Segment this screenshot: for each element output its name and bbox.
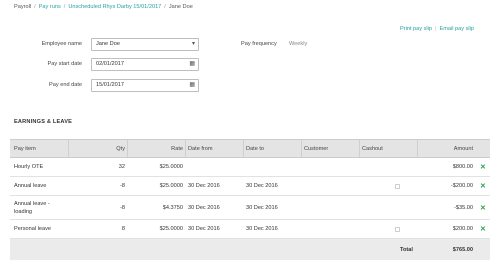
cell-qty[interactable]: -8 (70, 177, 125, 195)
breadcrumb-separator: / (164, 4, 166, 10)
column-divider[interactable] (127, 140, 128, 157)
chevron-down-icon: ▾ (191, 41, 195, 47)
header-qty: Qty (116, 145, 125, 152)
cell-qty[interactable]: 8 (70, 220, 125, 238)
cell-date-to[interactable] (246, 158, 300, 176)
cell-date-to[interactable]: 30 Dec 2016 (246, 196, 300, 219)
cell-customer[interactable] (304, 158, 358, 176)
grid-header: Pay item Qty Rate Date from Date to Cust… (10, 139, 490, 158)
cell-amount[interactable]: -$200.00 (419, 177, 473, 195)
table-row[interactable]: Annual leave - loading -8 $4.3750 30 Dec… (10, 196, 490, 220)
payslip-actions: Print pay slip | Email pay slip (400, 26, 474, 32)
cell-customer[interactable] (304, 220, 358, 238)
calendar-icon[interactable]: ▦ (189, 59, 195, 70)
header-date-from: Date from (188, 145, 213, 152)
employee-name-label: Employee name (41, 41, 82, 47)
column-divider[interactable] (359, 140, 360, 157)
remove-row-icon[interactable]: ✕ (480, 196, 486, 219)
cell-rate[interactable]: $4.3750 (129, 196, 183, 219)
pay-frequency-label: Pay frequency (241, 41, 277, 47)
earnings-leave-title: EARNINGS & LEAVE (14, 119, 73, 125)
cell-date-to[interactable]: 30 Dec 2016 (246, 220, 300, 238)
column-divider[interactable] (185, 140, 186, 157)
header-pay-item: Pay item (14, 145, 36, 152)
column-divider[interactable] (301, 140, 302, 157)
cell-pay-item[interactable]: Personal leave (14, 220, 70, 238)
breadcrumb-pay-run[interactable]: Unscheduled Rhys Darby 15/01/2017 (68, 4, 161, 10)
cell-rate[interactable]: $25.0000 (129, 158, 183, 176)
table-row[interactable]: Annual leave -8 $25.0000 30 Dec 2016 30 … (10, 177, 490, 196)
remove-row-icon[interactable]: ✕ (480, 177, 486, 195)
column-divider[interactable] (68, 140, 69, 157)
cell-amount[interactable]: $200.00 (419, 220, 473, 238)
cashout-checkbox[interactable] (395, 183, 400, 189)
pay-start-date-label: Pay start date (47, 61, 82, 67)
cell-qty[interactable]: -8 (70, 196, 125, 219)
cell-date-from[interactable]: 30 Dec 2016 (188, 220, 242, 238)
pay-start-date-input[interactable]: 02/01/2017 ▦ (91, 58, 199, 71)
table-row[interactable]: Personal leave 8 $25.0000 30 Dec 2016 30… (10, 220, 490, 239)
total-value: $765.00 (452, 246, 473, 253)
pay-end-date-label: Pay end date (49, 82, 82, 88)
cashout-checkbox[interactable] (395, 226, 400, 232)
cell-cashout[interactable] (395, 177, 405, 195)
breadcrumb: Payroll / Pay runs / Unscheduled Rhys Darby … (14, 4, 193, 10)
remove-row-icon[interactable]: ✕ (480, 220, 486, 238)
remove-row-icon[interactable]: ✕ (480, 158, 486, 176)
action-separator: | (435, 26, 437, 32)
column-divider[interactable] (417, 140, 418, 157)
breadcrumb-separator: / (63, 4, 66, 10)
print-pay-slip-link[interactable]: Print pay slip (400, 26, 432, 32)
calendar-icon[interactable]: ▦ (189, 80, 195, 91)
breadcrumb-payroll[interactable]: Payroll (14, 4, 31, 10)
breadcrumb-pay-runs[interactable]: Pay runs (39, 4, 61, 10)
pay-start-date-value: 02/01/2017 (96, 61, 124, 67)
header-cashout: Cashout (362, 145, 383, 152)
cell-customer[interactable] (304, 177, 358, 195)
cell-rate[interactable]: $25.0000 (129, 177, 183, 195)
cell-pay-item[interactable]: Annual leave - loading (14, 196, 68, 219)
header-customer: Customer (304, 145, 329, 152)
cell-pay-item[interactable]: Annual leave (14, 177, 70, 195)
cell-rate[interactable]: $25.0000 (129, 220, 183, 238)
cell-date-to[interactable]: 30 Dec 2016 (246, 177, 300, 195)
pay-frequency-value: Weekly (289, 41, 308, 47)
total-row: Total $765.00 (10, 239, 490, 260)
employee-name-select[interactable]: Jane Doe ▾ (91, 38, 199, 51)
header-amount: Amount (453, 145, 473, 152)
cell-qty[interactable]: 32 (70, 158, 125, 176)
pay-end-date-value: 15/01/2017 (96, 82, 124, 88)
cell-date-from[interactable] (188, 158, 242, 176)
breadcrumb-current: Jane Doe (168, 4, 193, 10)
email-pay-slip-link[interactable]: Email pay slip (439, 26, 474, 32)
cell-date-from[interactable]: 30 Dec 2016 (188, 177, 242, 195)
cell-amount[interactable]: $800.00 (419, 158, 473, 176)
cell-pay-item[interactable]: Hourly OTE (14, 158, 70, 176)
cell-amount[interactable]: -$35.00 (419, 196, 473, 219)
table-row[interactable]: Hourly OTE 32 $25.0000 $800.00 ✕ (10, 158, 490, 177)
pay-end-date-input[interactable]: 15/01/2017 ▦ (91, 79, 199, 92)
column-divider[interactable] (243, 140, 244, 157)
employee-name-value: Jane Doe (96, 41, 120, 47)
cell-customer[interactable] (304, 196, 358, 219)
header-date-to: Date to (246, 145, 265, 152)
cell-cashout[interactable] (395, 220, 405, 238)
header-rate: Rate (171, 145, 183, 152)
breadcrumb-separator: / (34, 4, 36, 10)
earnings-grid: Pay item Qty Rate Date from Date to Cust… (10, 139, 490, 260)
cell-date-from[interactable]: 30 Dec 2016 (188, 196, 242, 219)
